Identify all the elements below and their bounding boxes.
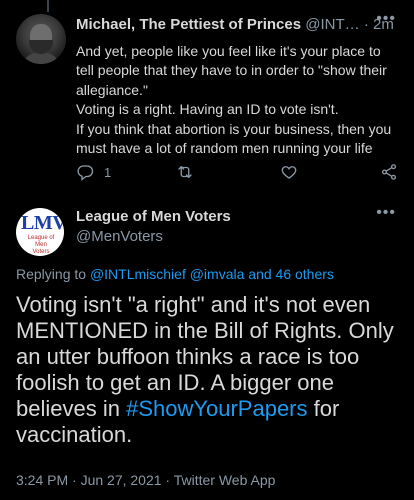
display-name[interactable]: League of Men Voters bbox=[76, 208, 231, 225]
display-name[interactable]: Michael, The Pettiest of Princes bbox=[76, 16, 301, 33]
more-icon[interactable]: ••• bbox=[376, 204, 396, 222]
reply-icon bbox=[77, 165, 94, 181]
retweet-icon bbox=[178, 166, 192, 178]
avatar-logo: LMV bbox=[21, 212, 64, 234]
replying-label: Replying to bbox=[16, 266, 90, 282]
reply-tweet[interactable]: Michael, The Pettiest of Princes @INT… ·… bbox=[0, 0, 414, 196]
thread-line bbox=[47, 0, 49, 12]
avatar-beard bbox=[29, 40, 53, 54]
share-button[interactable] bbox=[380, 163, 398, 181]
tweet-header: Michael, The Pettiest of Princes @INT… ·… bbox=[76, 10, 396, 36]
tweet-text: And yet, people like you feel like it's … bbox=[76, 42, 402, 158]
tweet-actions: 1 bbox=[76, 163, 402, 185]
tweet-line: Voting is a right. Having an ID to vote … bbox=[76, 101, 339, 118]
more-icon[interactable]: ••• bbox=[376, 10, 396, 28]
hashtag-link[interactable]: #ShowYourPapers bbox=[126, 396, 307, 421]
avatar[interactable] bbox=[16, 14, 66, 64]
tweet-line: If you think that abortion is your busin… bbox=[76, 120, 392, 157]
share-icon bbox=[381, 164, 397, 180]
like-icon bbox=[281, 166, 297, 179]
tweet-metadata[interactable]: 3:24 PM · Jun 27, 2021 · Twitter Web App bbox=[16, 472, 275, 488]
handle[interactable]: @INT… bbox=[305, 16, 359, 33]
reply-count: 1 bbox=[104, 164, 112, 180]
main-tweet: LMV League of Men Voters League of Men V… bbox=[0, 196, 414, 500]
like-button[interactable] bbox=[280, 163, 298, 181]
replying-to-link[interactable]: @INTLmischief @imvala and 46 others bbox=[90, 266, 334, 282]
avatar[interactable]: LMV League of Men Voters bbox=[16, 208, 64, 256]
retweet-button[interactable] bbox=[176, 163, 194, 181]
handle[interactable]: @MenVoters bbox=[76, 228, 163, 245]
avatar-logo-subtext: League of Men Voters bbox=[27, 235, 55, 255]
separator: · bbox=[363, 16, 369, 33]
reply-button[interactable]: 1 bbox=[76, 163, 111, 181]
tweet-line: And yet, people like you feel like it's … bbox=[76, 43, 387, 98]
replying-to: Replying to @INTLmischief @imvala and 46… bbox=[16, 266, 334, 282]
tweet-text: Voting isn't "a right" and it's not even… bbox=[16, 292, 406, 448]
